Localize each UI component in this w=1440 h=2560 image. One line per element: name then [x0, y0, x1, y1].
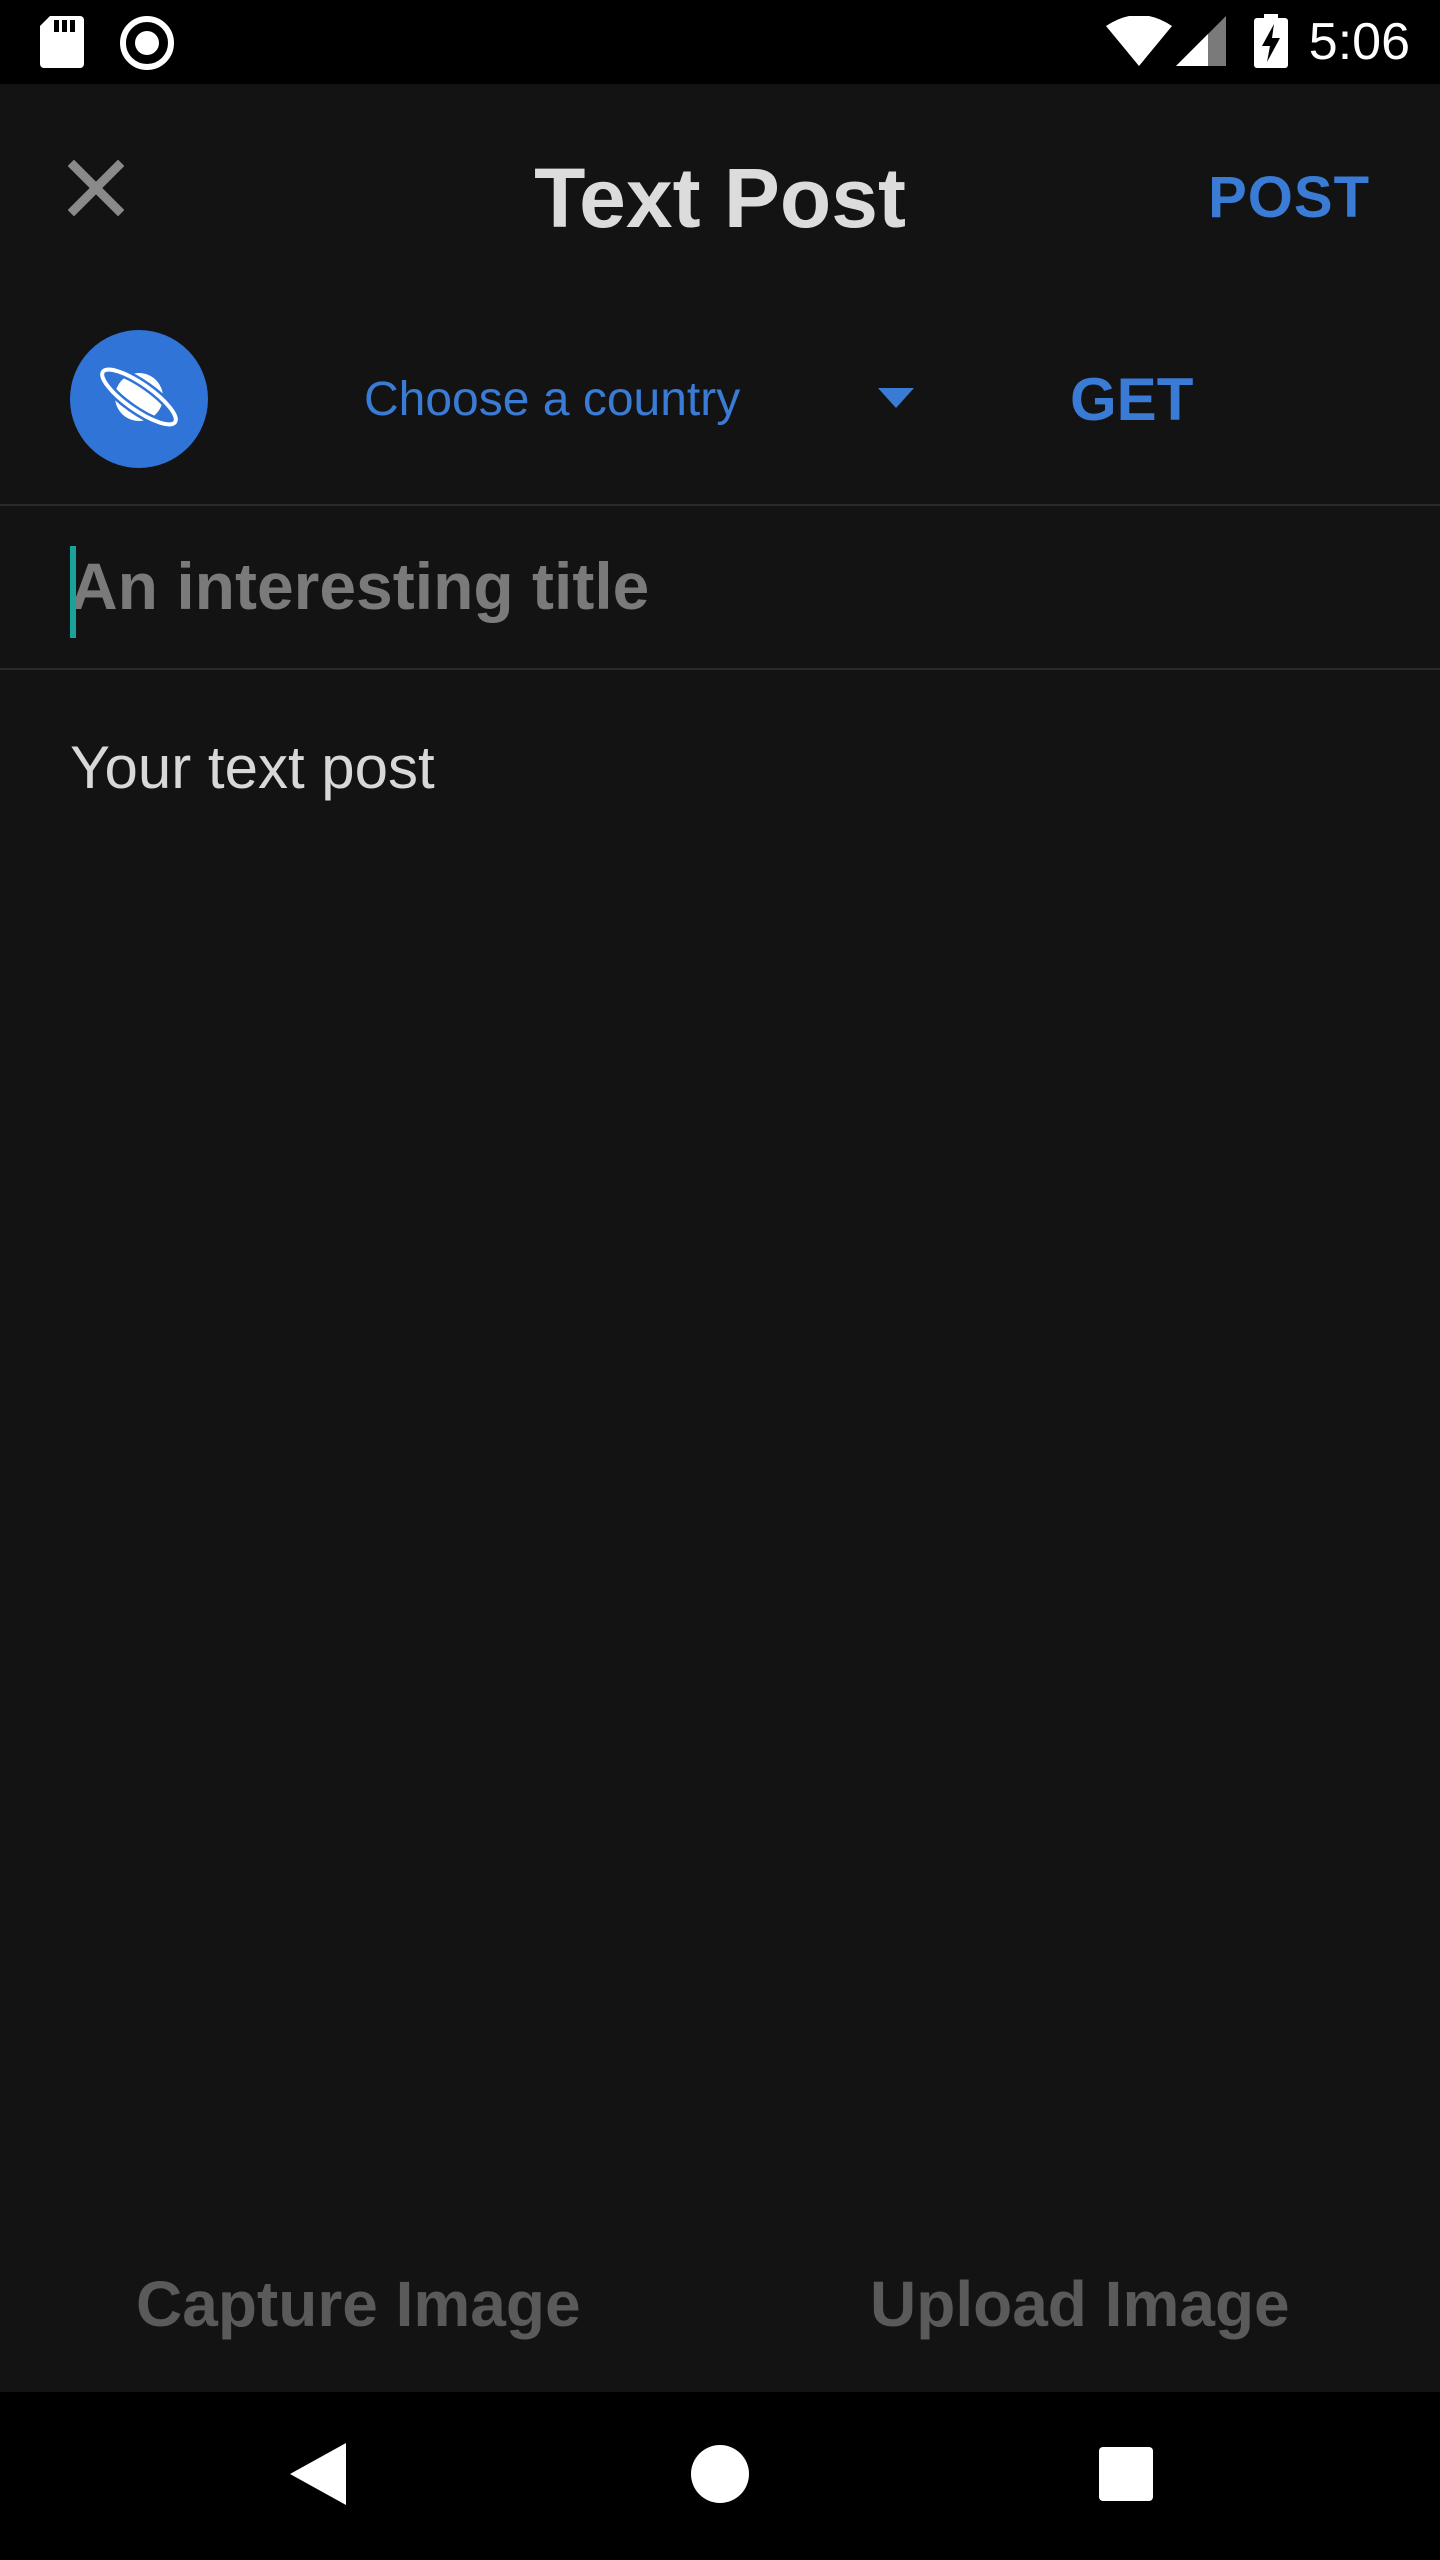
- capture-image-button[interactable]: Capture Image: [136, 2254, 581, 2354]
- planet-icon: [91, 349, 187, 450]
- cell-signal-icon: [1176, 16, 1226, 71]
- home-icon: [690, 2444, 750, 2509]
- wifi-icon: [1106, 15, 1172, 71]
- recents-button[interactable]: [1076, 2426, 1176, 2526]
- avatar[interactable]: [70, 330, 208, 468]
- close-button[interactable]: [50, 144, 142, 236]
- get-button[interactable]: GET: [1070, 350, 1193, 450]
- sd-card-icon: [40, 16, 84, 73]
- toolbar: Text Post POST: [0, 84, 1440, 300]
- record-icon: [120, 16, 174, 75]
- upload-image-button[interactable]: Upload Image: [870, 2254, 1290, 2354]
- recents-icon: [1099, 2446, 1153, 2506]
- country-select-label: Choose a country: [364, 373, 741, 426]
- body-field-container: [0, 670, 1440, 2230]
- title-field-container: [0, 506, 1440, 668]
- body-input[interactable]: [70, 730, 1370, 2130]
- status-time: 5:06: [1308, 13, 1410, 71]
- community-row: Choose a country GET: [0, 300, 1440, 504]
- caret-down-icon: [878, 388, 914, 413]
- home-button[interactable]: [670, 2426, 770, 2526]
- back-icon: [290, 2442, 346, 2510]
- battery-charging-icon: [1254, 14, 1288, 73]
- post-button[interactable]: POST: [1208, 152, 1370, 244]
- back-button[interactable]: [268, 2426, 368, 2526]
- status-bar: 5:06: [0, 0, 1440, 84]
- title-input[interactable]: [70, 536, 1370, 636]
- navigation-bar: [0, 2392, 1440, 2560]
- country-select[interactable]: Choose a country: [360, 350, 920, 450]
- text-cursor: [70, 546, 76, 638]
- text-post-screen: Text Post POST Choose a country GET An i…: [0, 84, 1440, 2392]
- bottom-actions: Capture Image Upload Image: [0, 2214, 1440, 2394]
- close-icon: [67, 159, 125, 221]
